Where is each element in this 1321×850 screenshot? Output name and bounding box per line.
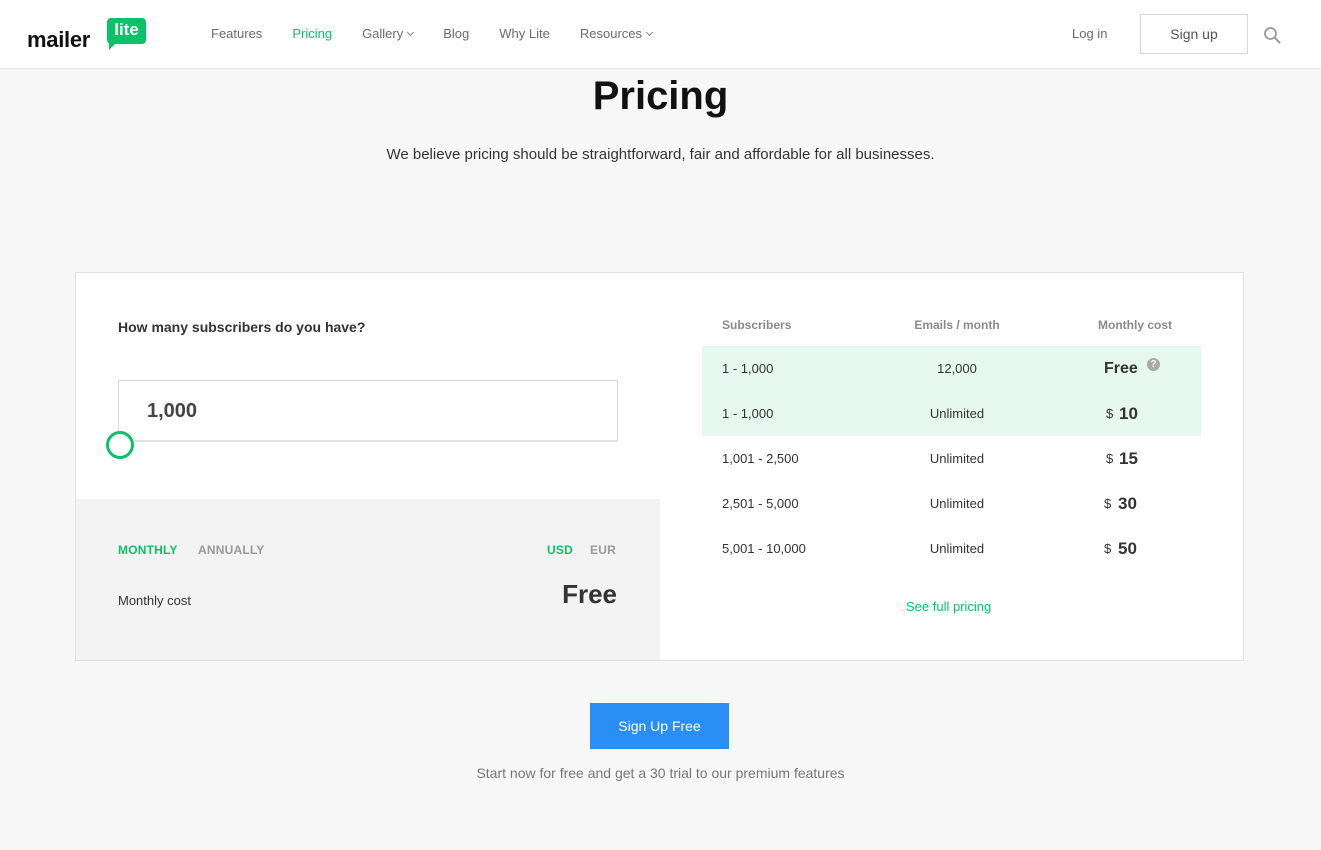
chevron-down-icon	[645, 28, 654, 36]
row-subscribers: 5,001 - 10,000	[722, 541, 806, 556]
row-cost: 30	[1118, 494, 1137, 513]
header-monthly-cost: Monthly cost	[1098, 318, 1172, 332]
subscribers-question: How many subscribers do you have?	[118, 319, 366, 335]
search-icon[interactable]	[1263, 26, 1281, 44]
table-row: 1 - 1,000 Unlimited $ 10	[702, 391, 1201, 436]
row-subscribers: 1 - 1,000	[722, 406, 774, 421]
nav-pricing[interactable]: Pricing	[292, 26, 332, 41]
row-currency: $	[1106, 406, 1114, 421]
currency-eur-toggle[interactable]: EUR	[590, 543, 616, 557]
top-header: mailer lite Features Pricing Gallery Blo…	[0, 0, 1321, 69]
currency-usd-toggle[interactable]: USD	[547, 543, 573, 557]
sign-up-free-button[interactable]: Sign Up Free	[590, 703, 729, 749]
billing-monthly-toggle[interactable]: MONTHLY	[118, 543, 178, 557]
nav-features[interactable]: Features	[211, 26, 262, 41]
page-subtitle: We believe pricing should be straightfor…	[386, 146, 935, 163]
chevron-down-icon	[407, 28, 415, 36]
table-row: 1 - 1,000 12,000 Free ?	[702, 346, 1201, 391]
row-currency: $	[1104, 496, 1112, 511]
calculator-panel: How many subscribers do you have? MONTHL…	[76, 273, 660, 660]
pricing-table: Subscribers Emails / month Monthly cost …	[660, 273, 1243, 660]
row-cost: 15	[1119, 449, 1138, 468]
row-subscribers: 1 - 1,000	[722, 361, 774, 376]
cta-note: Start now for free and get a 30 trial to…	[476, 765, 845, 781]
subscribers-slider-track[interactable]	[118, 440, 618, 442]
row-subscribers: 1,001 - 2,500	[722, 451, 799, 466]
row-subscribers: 2,501 - 5,000	[722, 496, 799, 511]
row-emails: Unlimited	[929, 541, 985, 556]
table-row: 5,001 - 10,000 Unlimited $ 50	[702, 526, 1201, 571]
mailerlite-logo[interactable]: mailer lite	[27, 18, 147, 52]
see-full-pricing-link[interactable]: See full pricing	[906, 599, 991, 614]
subscribers-input[interactable]	[118, 380, 618, 442]
header-emails: Emails / month	[914, 318, 1000, 332]
row-cost: 10	[1119, 404, 1138, 423]
nav-why-lite[interactable]: Why Lite	[499, 26, 550, 41]
logo-word: mailer	[27, 27, 91, 52]
page-title: Pricing	[592, 74, 729, 118]
pricing-card: How many subscribers do you have? MONTHL…	[75, 272, 1244, 661]
row-emails: Unlimited	[929, 496, 985, 511]
row-cost: Free	[1104, 360, 1138, 377]
monthly-cost-label: Monthly cost	[118, 593, 191, 608]
row-emails: Unlimited	[929, 406, 985, 421]
help-icon[interactable]: ?	[1147, 358, 1160, 371]
row-emails: Unlimited	[929, 451, 985, 466]
row-emails: 12,000	[937, 361, 977, 376]
header-subscribers: Subscribers	[722, 318, 792, 332]
subscribers-slider-handle[interactable]	[106, 431, 134, 459]
table-row: 2,501 - 5,000 Unlimited $ 30	[702, 481, 1201, 526]
row-currency: $	[1106, 451, 1114, 466]
table-row: 1,001 - 2,500 Unlimited $ 15	[702, 436, 1201, 481]
monthly-cost-value: Free	[562, 579, 617, 609]
main-nav: Features Pricing Gallery Blog Why Lite R…	[211, 26, 682, 41]
nav-gallery[interactable]: Gallery	[362, 26, 415, 41]
row-currency: $	[1104, 541, 1112, 556]
billing-annually-toggle[interactable]: ANNUALLY	[198, 543, 265, 557]
nav-blog[interactable]: Blog	[443, 26, 469, 41]
row-cost: 50	[1118, 539, 1137, 558]
login-link[interactable]: Log in	[1072, 26, 1107, 41]
signup-button[interactable]: Sign up	[1140, 14, 1248, 54]
nav-resources[interactable]: Resources	[580, 26, 654, 41]
logo-badge: lite	[107, 18, 146, 50]
